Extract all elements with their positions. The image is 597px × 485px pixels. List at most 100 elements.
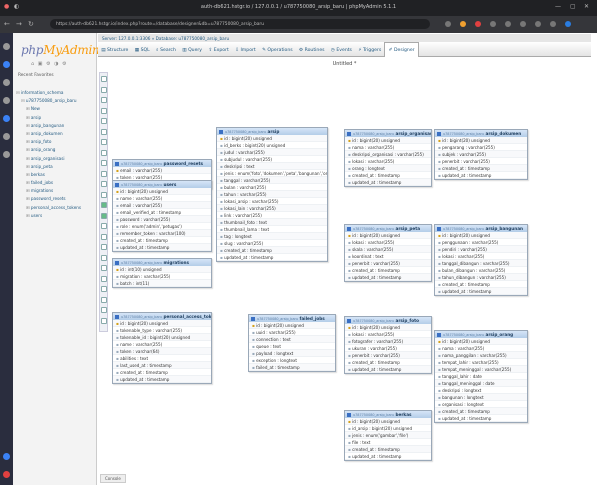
tree-item[interactable]: ⊞ arsip_organisasi [16, 156, 96, 164]
table-column[interactable]: ▪ bulan_dibangun : varchar(255) [435, 267, 527, 274]
tab-search[interactable]: ⌕ Search [153, 42, 179, 57]
tree-item[interactable]: ⊞ personal_access_tokens [16, 205, 96, 213]
table-column[interactable]: ▪ migration : varchar(255) [113, 273, 211, 280]
table-column[interactable]: ▪ jenis : enum('gambar','file') [345, 431, 431, 439]
table-column[interactable]: ▪ nama : varchar(255) [345, 144, 431, 151]
tree-item[interactable]: ⊞ arsip_peta [16, 164, 96, 172]
tree-item[interactable]: ⊞ users [16, 213, 96, 221]
designer-table-arsip_foto[interactable]: u787750080_arsip_baru arsip_foto ▪ id : b… [344, 316, 432, 374]
table-column[interactable]: ▪ id : bigint(20) unsigned [345, 136, 431, 144]
table-column[interactable]: ▪ deskripsi_organisasi : varchar(255) [345, 150, 431, 158]
table-column[interactable]: ▪ updated_at : timestamp [435, 287, 527, 295]
designer-table-arsip_dokumen[interactable]: u787750080_arsip_baru arsip_dokumen ▪ id … [434, 129, 528, 180]
table-header[interactable]: u787750080_arsip_baru arsip_organisasi [345, 130, 431, 137]
table-column[interactable]: ▪ koordinat : text [345, 253, 431, 260]
table-column[interactable]: ▪ updated_at : timestamp [345, 178, 431, 186]
table-column[interactable]: ▪ organisasi : longtext [435, 401, 527, 408]
extension-icon[interactable] [535, 21, 541, 27]
table-column[interactable]: ▪ tahun_dibangun : varchar(255) [435, 273, 527, 281]
toggle-icon[interactable] [251, 317, 255, 321]
table-column[interactable]: ▪ id : int(10) unsigned [113, 265, 211, 273]
table-column[interactable]: ▪ nama : varchar(255) [435, 345, 527, 352]
table-column[interactable]: ▪ tokenable_type : varchar(255) [113, 327, 211, 334]
table-column[interactable]: ▪ tahun : varchar(255) [217, 190, 327, 198]
minimize-icon[interactable]: — [555, 3, 561, 10]
table-column[interactable]: ▪ email : varchar(255) [113, 166, 211, 174]
table-column[interactable]: ▪ subjudul : varchar(255) [217, 156, 327, 163]
toggle-icon[interactable] [347, 319, 351, 323]
tree-item[interactable]: ⊟ information_schema [16, 90, 96, 98]
rail-icon[interactable] [3, 133, 10, 140]
designer-table-personal_access_tokens[interactable]: u787750080_arsip_baru personal_access_to… [112, 312, 212, 384]
url-input[interactable]: https://auth-db621.hstgr.io/index.php?ro… [50, 19, 430, 29]
tree-item[interactable]: ⊞ password_resets [16, 196, 96, 204]
table-column[interactable]: ▪ email_verified_at : timestamp [113, 209, 211, 216]
table-column[interactable]: ▪ skala : varchar(255) [345, 245, 431, 253]
table-column[interactable]: ▪ id : bigint(20) unsigned [435, 136, 527, 144]
table-column[interactable]: ▪ created_at : timestamp [345, 359, 431, 366]
table-column[interactable]: ▪ ukuran : varchar(255) [345, 345, 431, 352]
table-column[interactable]: ▪ batch : int(11) [113, 279, 211, 287]
tab-triggers[interactable]: ⚡ Triggers [355, 43, 384, 57]
table-column[interactable]: ▪ role : enum('admin','petugas') [113, 223, 211, 230]
table-header[interactable]: u787750080_arsip_baru password_resets [113, 160, 211, 167]
tab-export[interactable]: ⇪ Export [205, 43, 232, 57]
table-column[interactable]: ▪ id : bigint(20) unsigned [345, 323, 431, 331]
table-column[interactable]: ▪ created_at : timestamp [435, 281, 527, 288]
table-column[interactable]: ▪ judul : varchar(255) [217, 148, 327, 156]
designer-table-berkas[interactable]: u787750080_arsip_baru berkas ▪ id : bigin… [344, 410, 432, 461]
rail-icon[interactable] [3, 97, 10, 104]
table-column[interactable]: ▪ updated_at : timestamp [345, 273, 431, 281]
tree-item[interactable]: ⊞ New [16, 106, 96, 114]
table-column[interactable]: ▪ payload : longtext [249, 349, 335, 357]
rail-icon[interactable] [3, 115, 10, 122]
designer-table-arsip_organisasi[interactable]: u787750080_arsip_baru arsip_organisasi ▪ … [344, 129, 432, 187]
extension-icon[interactable] [520, 21, 526, 27]
table-column[interactable]: ▪ penerbit : varchar(255) [345, 351, 431, 359]
table-column[interactable]: ▪ link : varchar(255) [217, 212, 327, 219]
table-column[interactable]: ▪ orang : longtext [345, 164, 431, 172]
table-column[interactable]: ▪ id : bigint(20) unsigned [435, 231, 527, 239]
table-column[interactable]: ▪ thumbnail_lama : text [217, 226, 327, 233]
table-column[interactable]: ▪ tempat_meninggal : varchar(255) [435, 365, 527, 373]
rail-icon[interactable] [3, 151, 10, 158]
table-column[interactable]: ▪ created_at : timestamp [435, 164, 527, 172]
maximize-icon[interactable]: ▢ [570, 3, 576, 10]
table-column[interactable]: ▪ queue : text [249, 343, 335, 350]
table-column[interactable]: ▪ jenis : enum('foto','dokumen','peta','… [217, 170, 327, 177]
table-column[interactable]: ▪ lokasi_lain : varchar(255) [217, 204, 327, 212]
table-column[interactable]: ▪ password : varchar(255) [113, 215, 211, 223]
console-tab[interactable]: Console [100, 474, 126, 483]
extension-icon[interactable] [475, 21, 481, 27]
table-column[interactable]: ▪ updated_at : timestamp [345, 365, 431, 373]
pma-logo[interactable]: phpMyAdmin [21, 43, 100, 57]
table-column[interactable]: ▪ penerbit : varchar(255) [435, 158, 527, 165]
table-column[interactable]: ▪ id : bigint(20) unsigned [345, 231, 431, 239]
tree-item[interactable]: ⊞ arsip_dokumen [16, 131, 96, 139]
table-column[interactable]: ▪ uuid : varchar(255) [249, 329, 335, 336]
designer-table-migrations[interactable]: u787750080_arsip_baru migrations ▪ id : i… [112, 258, 212, 288]
table-column[interactable]: ▪ name : varchar(255) [113, 195, 211, 202]
table-column[interactable]: ▪ id_arsip : bigint(20) unsigned [345, 425, 431, 432]
table-column[interactable]: ▪ bulan : varchar(255) [217, 184, 327, 191]
table-column[interactable]: ▪ updated_at : timestamp [345, 453, 431, 460]
table-column[interactable]: ▪ updated_at : timestamp [113, 243, 211, 251]
table-column[interactable]: ▪ created_at : timestamp [113, 369, 211, 376]
table-column[interactable]: ▪ lokasi_arsip : varchar(255) [217, 198, 327, 205]
toggle-icon[interactable] [115, 315, 119, 319]
table-column[interactable]: ▪ id : bigint(20) unsigned [113, 319, 211, 327]
designer-table-arsip_peta[interactable]: u787750080_arsip_baru arsip_peta ▪ id : b… [344, 224, 432, 282]
table-column[interactable]: ▪ tanggal : varchar(255) [217, 176, 327, 184]
table-column[interactable]: ▪ created_at : timestamp [345, 445, 431, 453]
table-column[interactable]: ▪ pengarang : varchar(255) [435, 144, 527, 151]
toggle-icon[interactable] [437, 132, 441, 136]
tab-routines[interactable]: ⚙ Routines [296, 43, 328, 57]
table-column[interactable]: ▪ tempat_lahir : varchar(255) [435, 359, 527, 366]
table-column[interactable]: ▪ lokasi : varchar(255) [345, 239, 431, 246]
table-column[interactable]: ▪ created_at : timestamp [435, 407, 527, 415]
table-column[interactable]: ▪ lokasi : varchar(255) [345, 158, 431, 165]
rail-icon[interactable] [3, 43, 10, 50]
table-column[interactable]: ▪ id : bigint(20) unsigned [435, 337, 527, 345]
rail-icon[interactable] [3, 471, 10, 478]
table-column[interactable]: ▪ id : bigint(20) unsigned [113, 187, 211, 195]
